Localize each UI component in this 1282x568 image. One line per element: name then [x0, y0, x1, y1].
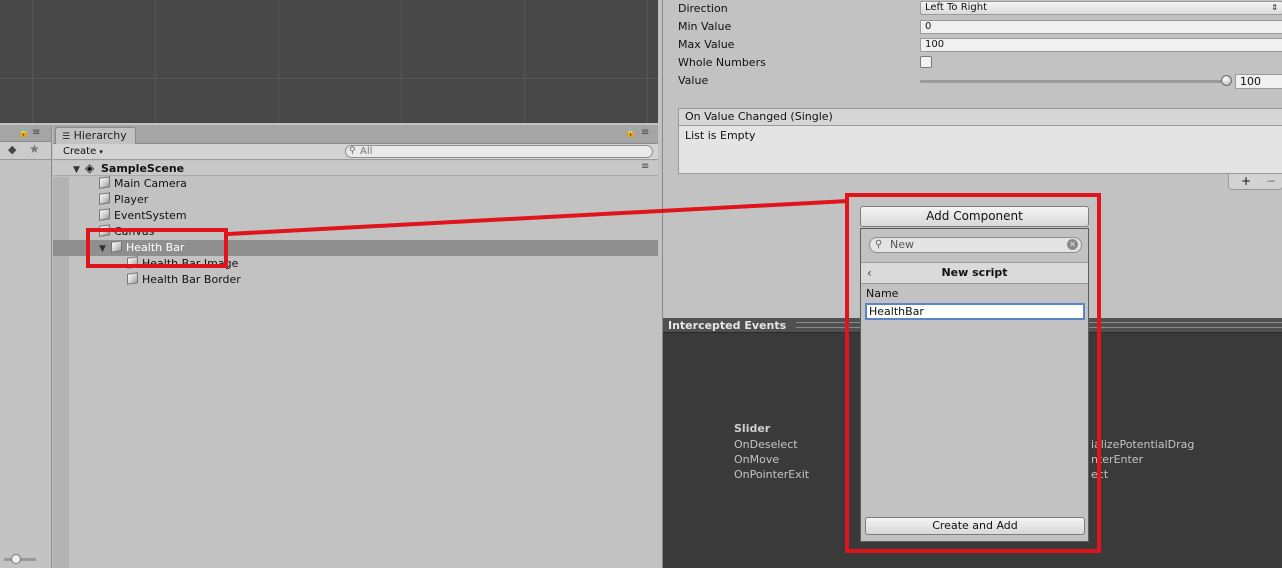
annotation-connector: [227, 199, 849, 236]
annotation-line: [227, 199, 849, 236]
